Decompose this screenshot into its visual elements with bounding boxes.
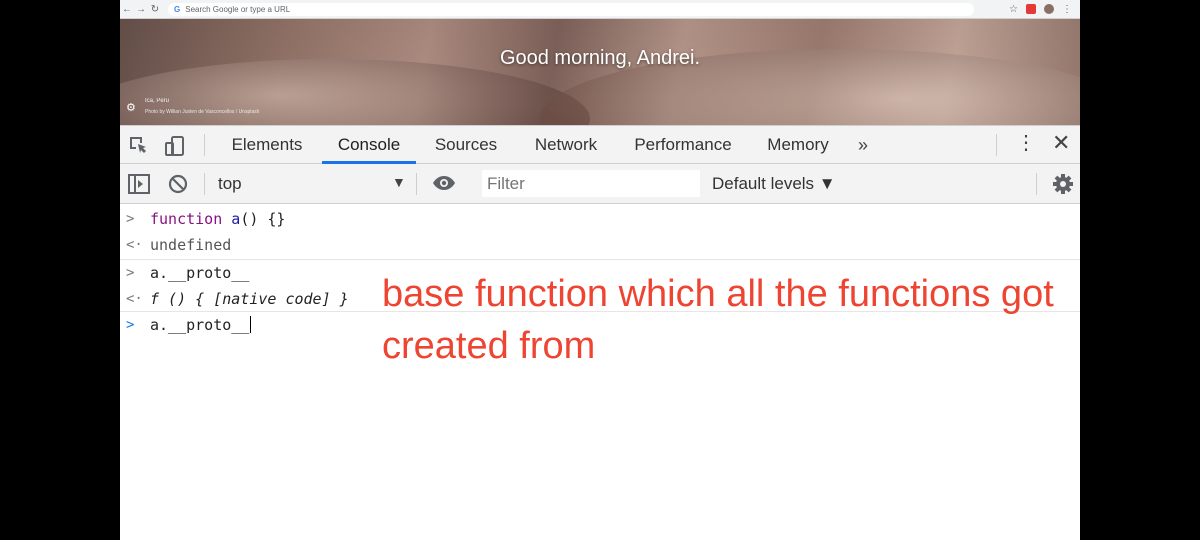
browser-toolbar: ← → ↻ G Search Google or type a URL ☆ ⋮ bbox=[120, 0, 1080, 19]
input-chevron-icon: > bbox=[126, 211, 135, 227]
tab-memory[interactable]: Memory bbox=[756, 126, 840, 163]
console-input-text: a.__proto__ bbox=[150, 316, 250, 334]
clear-console-icon[interactable] bbox=[168, 174, 188, 199]
star-icon[interactable]: ☆ bbox=[1009, 4, 1018, 15]
eye-icon[interactable] bbox=[432, 175, 456, 196]
tab-console[interactable]: Console bbox=[322, 126, 416, 164]
devtools-tab-bar: Elements Console Sources Network Perform… bbox=[120, 125, 1080, 164]
console-toolbar: top ▼ Default levels ▼ bbox=[120, 164, 1080, 204]
log-levels-dropdown[interactable]: Default levels ▼ bbox=[712, 174, 836, 194]
close-icon[interactable]: ✕ bbox=[1052, 130, 1070, 156]
tab-network[interactable]: Network bbox=[520, 126, 612, 163]
devtools-menu-icon[interactable]: ⋮ bbox=[1016, 132, 1036, 154]
settings-gear-icon[interactable]: ⚙ bbox=[126, 101, 136, 114]
console-input-line: > function a() {} bbox=[120, 206, 1080, 232]
reload-icon[interactable]: ↻ bbox=[148, 4, 162, 15]
photo-location: Ica, Peru bbox=[145, 98, 170, 104]
console-output[interactable]: > function a() {} <· undefined > a.__pro… bbox=[120, 204, 1080, 540]
prompt-chevron-icon: > bbox=[126, 317, 135, 333]
google-icon: G bbox=[174, 4, 181, 14]
profile-avatar-icon[interactable] bbox=[1044, 4, 1054, 14]
filter-input[interactable] bbox=[482, 170, 700, 197]
gear-icon[interactable] bbox=[1052, 173, 1074, 200]
text-caret bbox=[250, 316, 252, 333]
console-result[interactable]: f () { [native code] } bbox=[150, 286, 349, 312]
input-chevron-icon: > bbox=[126, 265, 135, 281]
output-arrow-icon: <· bbox=[126, 237, 143, 253]
context-selector[interactable]: top bbox=[218, 174, 242, 194]
chevron-down-icon[interactable]: ▼ bbox=[392, 174, 406, 190]
menu-dots-icon[interactable]: ⋮ bbox=[1062, 4, 1072, 15]
photo-credit[interactable]: Photo by Willian Justen de Vasconcellos … bbox=[145, 109, 259, 115]
more-tabs-icon[interactable]: » bbox=[858, 126, 868, 164]
device-toolbar-icon[interactable] bbox=[164, 135, 186, 162]
console-input[interactable]: a.__proto__ bbox=[150, 312, 252, 338]
forward-arrow-icon[interactable]: → bbox=[134, 4, 148, 15]
browser-window: ← → ↻ G Search Google or type a URL ☆ ⋮ … bbox=[120, 0, 1080, 540]
console-output-line: <· undefined bbox=[120, 232, 1080, 258]
omnibox-placeholder: Search Google or type a URL bbox=[185, 4, 291, 14]
udemy-watermark: Udemy bbox=[922, 522, 954, 533]
output-arrow-icon: <· bbox=[126, 291, 143, 307]
tab-elements[interactable]: Elements bbox=[222, 126, 312, 163]
extension-icon[interactable] bbox=[1026, 4, 1036, 14]
tab-performance[interactable]: Performance bbox=[626, 126, 740, 163]
back-arrow-icon[interactable]: ← bbox=[120, 4, 134, 15]
omnibox[interactable]: G Search Google or type a URL bbox=[168, 2, 974, 16]
new-tab-background: Good morning, Andrei. ⚙ Ica, Peru Photo … bbox=[120, 19, 1080, 125]
annotation-text: base function which all the functions go… bbox=[382, 273, 1054, 367]
sidebar-toggle-icon[interactable] bbox=[128, 174, 150, 199]
tab-sources[interactable]: Sources bbox=[424, 126, 508, 163]
console-code: a.__proto__ bbox=[150, 264, 250, 282]
greeting-text: Good morning, Andrei. bbox=[499, 47, 701, 69]
console-result: undefined bbox=[150, 236, 232, 254]
console-code: function a() {} bbox=[150, 210, 286, 228]
inspect-element-icon[interactable] bbox=[128, 135, 148, 160]
